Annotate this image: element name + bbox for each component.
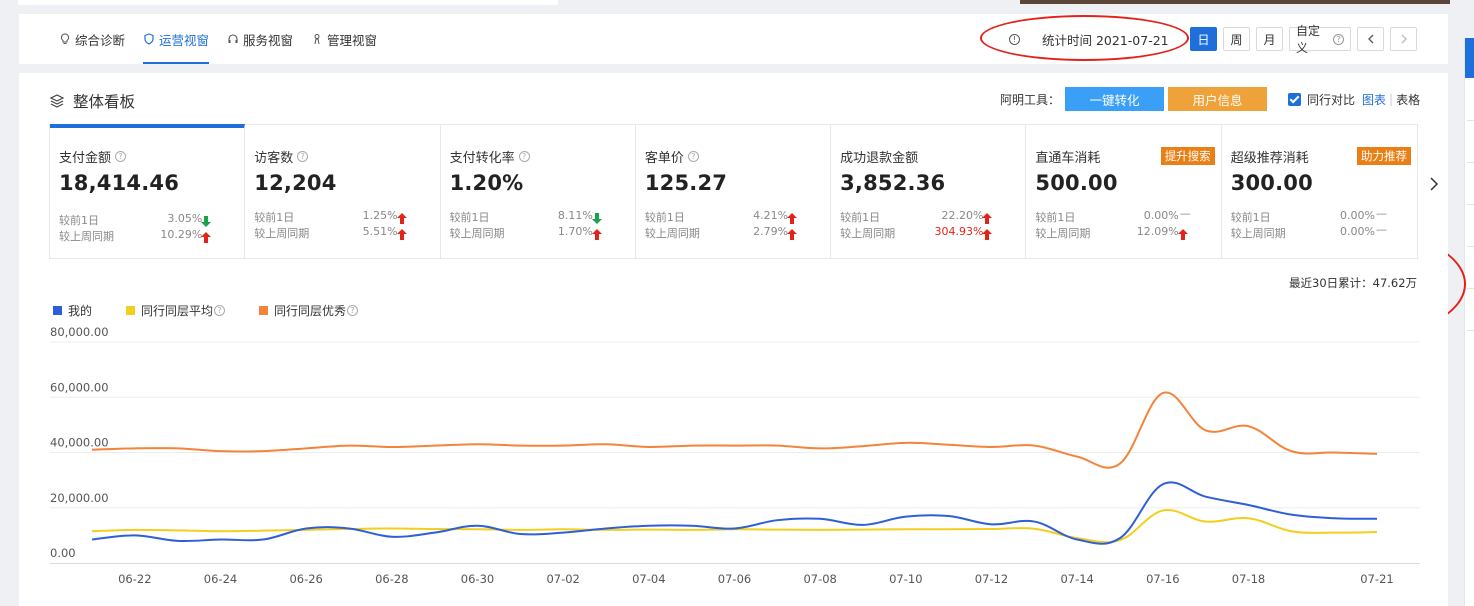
- x-tick-label: 06-24: [204, 572, 237, 586]
- x-tick-label: 07-18: [1232, 572, 1265, 586]
- y-tick-label: 60,000.00: [50, 380, 109, 394]
- x-tick-label: 07-16: [1146, 572, 1179, 586]
- x-tick-label: 07-14: [1060, 572, 1093, 586]
- x-tick-label: 06-30: [461, 572, 494, 586]
- series-line-2: [91, 391, 1378, 469]
- series-line-1: [91, 508, 1378, 544]
- y-tick-label: 0.00: [50, 546, 76, 560]
- x-tick-label: 07-10: [889, 572, 922, 586]
- x-tick-label: 07-04: [632, 572, 665, 586]
- x-tick-label: 06-22: [118, 572, 151, 586]
- y-tick-label: 80,000.00: [50, 325, 109, 339]
- x-tick-label: 07-21: [1360, 572, 1393, 586]
- x-tick-label: 07-08: [803, 572, 836, 586]
- y-tick-label: 40,000.00: [50, 436, 109, 450]
- trend-line-chart: 80,000.00 60,000.00 40,000.00 20,000.00 0.00…: [50, 325, 1420, 586]
- x-tick-label: 07-12: [975, 572, 1008, 586]
- x-tick-label: 06-28: [375, 572, 408, 586]
- y-tick-label: 20,000.00: [50, 491, 109, 505]
- x-tick-label: 07-06: [718, 572, 751, 586]
- series-line-0: [91, 481, 1378, 545]
- x-tick-label: 06-26: [289, 572, 322, 586]
- x-tick-label: 07-02: [546, 572, 579, 586]
